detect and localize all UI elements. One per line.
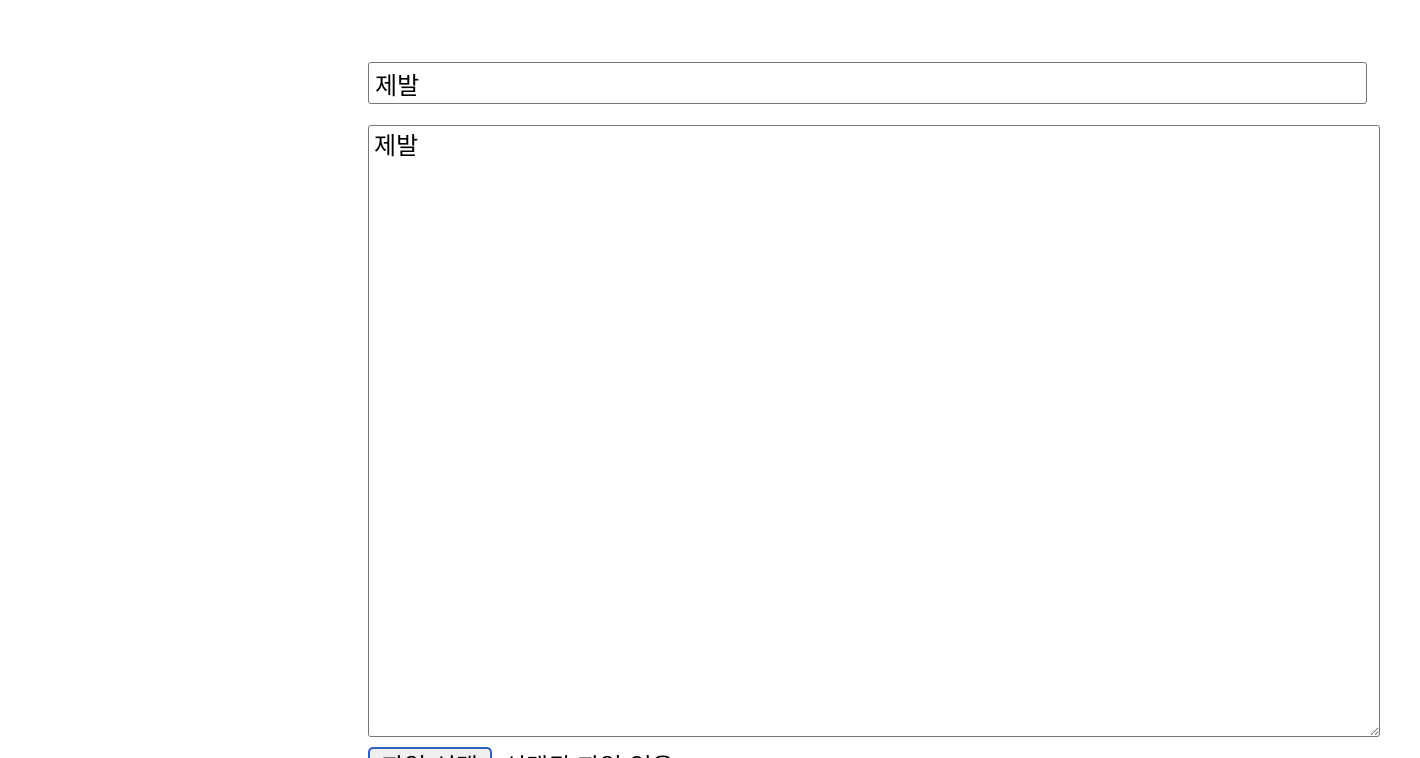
content-textarea[interactable]: 제발 xyxy=(368,125,1380,737)
file-status-text: 선택된 파일 없음 xyxy=(504,747,674,758)
title-input[interactable] xyxy=(368,62,1367,104)
file-upload-row: 파일 선택 선택된 파일 없음 xyxy=(368,747,674,758)
choose-file-button[interactable]: 파일 선택 xyxy=(368,747,492,758)
post-form-page: 제발 파일 선택 선택된 파일 없음 xyxy=(0,0,1420,758)
